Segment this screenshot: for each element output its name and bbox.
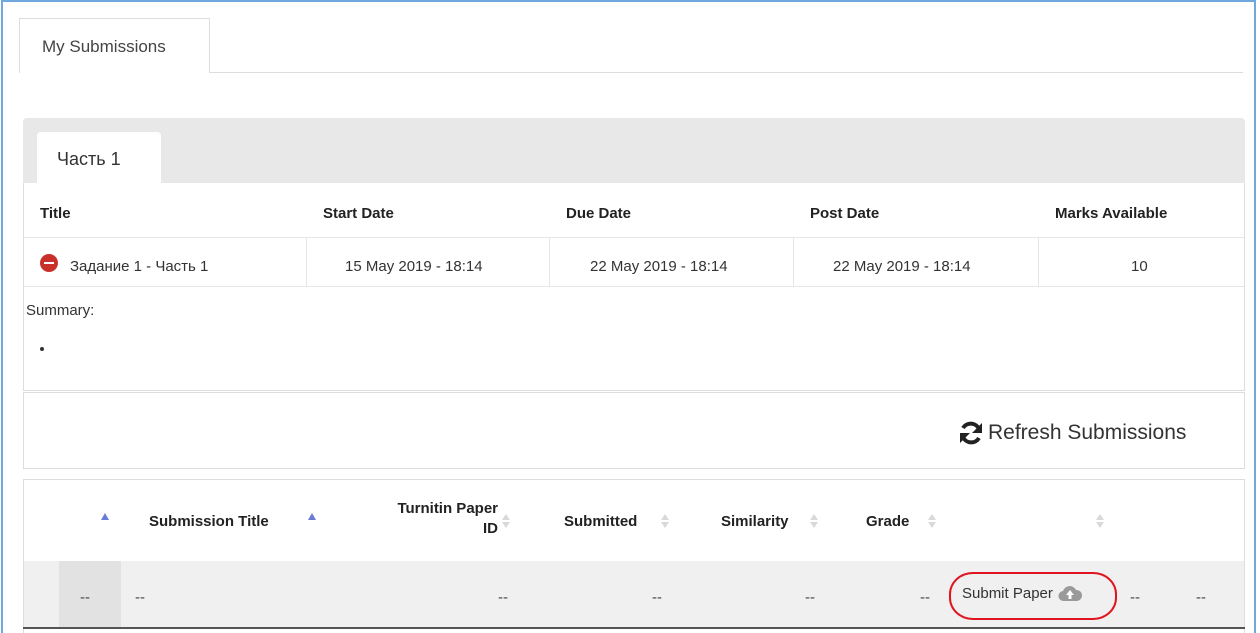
sort-icon[interactable] [810,514,818,528]
row-cell: -- [1130,589,1140,606]
header-submitted[interactable]: Submitted [564,512,637,532]
tab-part-1-label: Часть 1 [57,149,121,169]
sort-icon[interactable] [502,514,510,528]
row-cell: -- [80,589,90,606]
tab-divider [210,72,1243,73]
col-divider [793,238,794,286]
col-divider [1038,238,1039,286]
row-cell: -- [135,589,145,606]
assignment-marks: 10 [1131,258,1148,275]
sort-asc-icon[interactable] [308,513,316,520]
sort-icon[interactable] [661,514,669,528]
col-divider [549,238,550,286]
summary-label: Summary: [26,302,95,319]
header-title: Title [40,205,71,222]
col-divider [306,238,307,286]
sort-asc-icon[interactable] [101,513,109,520]
part-tabs-bar [23,118,1245,183]
table-bottom-border [23,627,1245,629]
header-due-date: Due Date [566,205,632,222]
tab-my-submissions[interactable]: My Submissions [19,18,210,73]
assignment-start-date: 15 May 2019 - 18:14 [345,258,483,275]
annotation-circle [949,572,1117,620]
refresh-submissions-button[interactable]: Refresh Submissions [958,420,1186,446]
row-cell: -- [920,589,930,606]
row-cell: -- [1196,589,1206,606]
minus-circle-icon [40,254,58,272]
row-divider [24,237,1244,238]
header-submission-title[interactable]: Submission Title [149,512,269,532]
header-grade[interactable]: Grade [866,512,909,532]
row-cell: -- [805,589,815,606]
sort-icon[interactable] [1096,514,1104,528]
refresh-icon [960,421,982,445]
header-post-date: Post Date [810,205,880,222]
assignment-due-date: 22 May 2019 - 18:14 [590,258,728,275]
tab-part-1[interactable]: Часть 1 [37,132,161,184]
header-start-date: Start Date [323,205,394,222]
header-paper-id-line2: ID [483,520,498,537]
assignment-title: Задание 1 - Часть 1 [70,258,209,275]
refresh-submissions-label: Refresh Submissions [988,421,1187,444]
header-marks-available: Marks Available [1055,205,1168,222]
header-paper-id[interactable]: Turnitin Paper ID [372,499,498,539]
header-paper-id-line1: Turnitin Paper [397,500,498,517]
row-divider [24,286,1244,287]
tab-my-submissions-label: My Submissions [42,37,166,56]
row-cell: -- [652,589,662,606]
assignment-post-date: 22 May 2019 - 18:14 [833,258,971,275]
header-similarity[interactable]: Similarity [721,512,789,532]
summary-bullet [40,347,44,351]
row-checkbox-cell[interactable] [59,561,121,627]
row-cell: -- [498,589,508,606]
sort-icon[interactable] [928,514,936,528]
